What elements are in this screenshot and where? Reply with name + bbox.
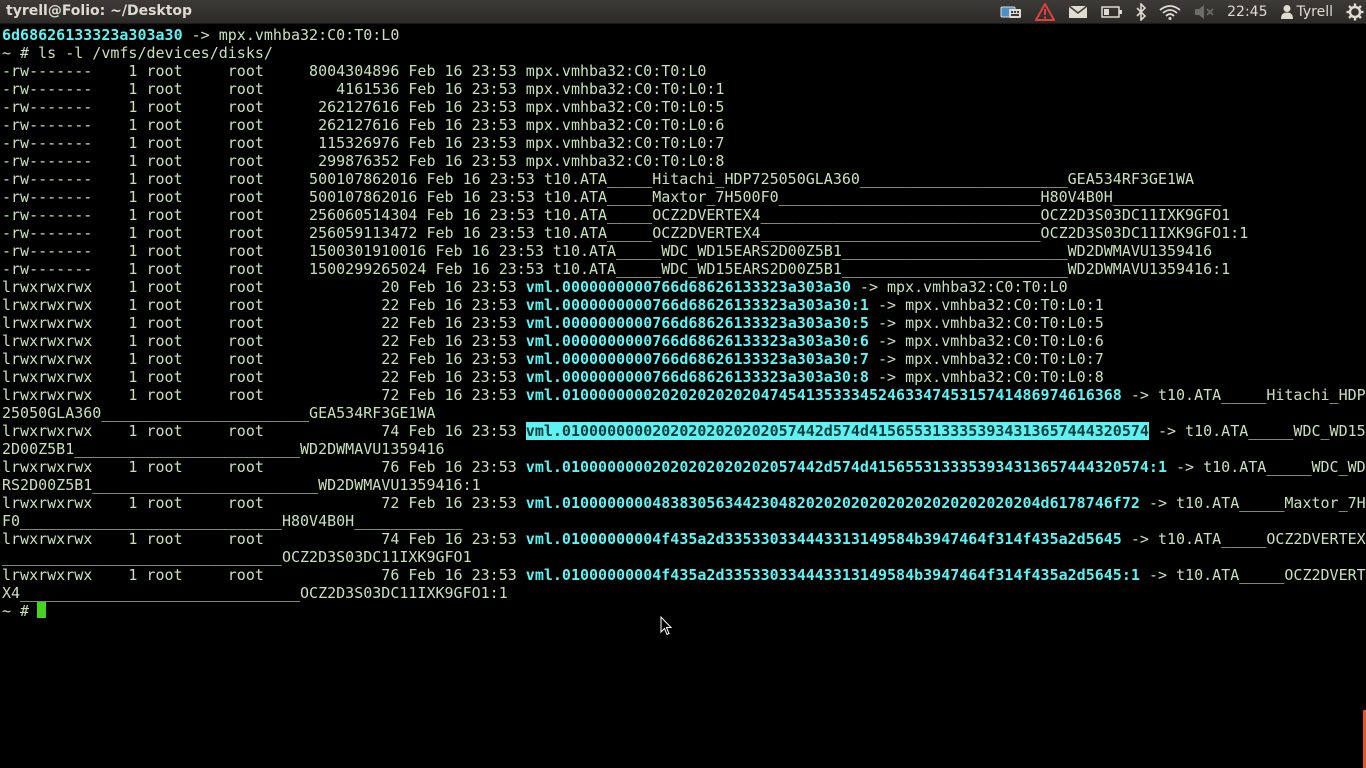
terminal-line: ~ # ls -l /vmfs/devices/disks/ [2,44,273,62]
keyboard-icon[interactable] [1000,0,1022,24]
terminal-line: lrwxrwxrwx 1 root root 22 Feb 16 23:53 v… [2,332,1104,350]
terminal-line: -rw------- 1 root root 1500301910016 Feb… [2,242,1213,260]
terminal-line: lrwxrwxrwx 1 root root 76 Feb 16 23:53 v… [2,458,1366,476]
mouse-pointer-icon [660,616,672,636]
link-name: vml.01000000004f435a2d335330334443313149… [525,566,1140,584]
terminal-line: -rw------- 1 root root 262127616 Feb 16 … [2,116,725,134]
terminal-line: -rw------- 1 root root 8004304896 Feb 16… [2,62,707,80]
terminal-line: lrwxrwxrwx 1 root root 22 Feb 16 23:53 v… [2,350,1104,368]
link-name: vml.0000000000766d68626133323a303a30:8 [525,368,869,386]
link-name: vml.010000000048383056344230482020202020… [525,494,1140,512]
terminal-line: -rw------- 1 root root 4161536 Feb 16 23… [2,80,725,98]
top-panel: tyrell@Folio: ~/Desktop 22:45 Tyrell [0,0,1366,24]
window-title: tyrell@Folio: ~/Desktop [6,3,193,19]
terminal-line: 25050GLA360_______________________GEA534… [2,404,436,422]
battery-icon[interactable] [1101,0,1123,24]
terminal-line: F0_____________________________H80V4B0H_… [2,512,463,530]
terminal-line: -rw------- 1 root root 299876352 Feb 16 … [2,152,725,170]
terminal-line: -rw------- 1 root root 500107862016 Feb … [2,170,1195,188]
terminal-line: -rw------- 1 root root 500107862016 Feb … [2,188,1222,206]
terminal-line: lrwxrwxrwx 1 root root 74 Feb 16 23:53 v… [2,422,1366,440]
terminal-line: RS2D00Z5B1_________________________WD2DW… [2,476,481,494]
text-cursor [37,602,46,618]
link-name: vml.0000000000766d68626133323a303a30:1 [525,296,869,314]
terminal-line: X4_______________________________OCZ2D3S… [2,584,508,602]
terminal-line: lrwxrwxrwx 1 root root 22 Feb 16 23:53 v… [2,368,1104,386]
link-name: vml.0000000000766d68626133323a303a30 [525,278,851,296]
terminal-line: 6d68626133323a303a30 -> mpx.vmhba32:C0:T… [2,26,400,44]
terminal-line: lrwxrwxrwx 1 root root 76 Feb 16 23:53 v… [2,566,1366,584]
gear-icon[interactable] [1346,0,1364,24]
clock[interactable]: 22:45 [1227,0,1267,24]
user-menu[interactable]: Tyrell [1280,0,1334,24]
terminal-line: 2D00Z5B1_________________________WD2DWMA… [2,440,445,458]
link-name: vml.010000000020202020202047454135333452… [525,386,1122,404]
clock-label: 22:45 [1227,4,1268,20]
link-name: vml.0000000000766d68626133323a303a30:7 [525,350,869,368]
prompt-line: ~ # [2,602,39,620]
terminal-line: lrwxrwxrwx 1 root root 20 Feb 16 23:53 v… [2,278,1068,296]
bluetooth-icon[interactable] [1136,0,1147,24]
link-name: 6d68626133323a303a30 [2,26,183,44]
terminal-area[interactable]: 6d68626133323a303a30 -> mpx.vmhba32:C0:T… [0,24,1366,768]
terminal-line: lrwxrwxrwx 1 root root 22 Feb 16 23:53 v… [2,314,1104,332]
link-name: vml.01000000004f435a2d335330334443313149… [525,530,1122,548]
terminal-line: -rw------- 1 root root 1500299265024 Feb… [2,260,1231,278]
alert-icon[interactable] [1035,0,1056,24]
volume-muted-icon[interactable] [1194,0,1214,24]
link-name: vml.0000000000766d68626133323a303a30:5 [525,314,869,332]
terminal-line: lrwxrwxrwx 1 root root 72 Feb 16 23:53 v… [2,386,1366,404]
user-name: Tyrell [1296,4,1334,20]
terminal-line: _______________________________OCZ2D3S03… [2,548,472,566]
terminal-line: -rw------- 1 root root 256060514304 Feb … [2,206,1231,224]
indicator-area: 22:45 Tyrell [987,0,1366,24]
selected-link-name[interactable]: vml.01000000002020202020202057442d574d41… [525,422,1149,440]
terminal-line: lrwxrwxrwx 1 root root 22 Feb 16 23:53 v… [2,296,1104,314]
terminal-line: -rw------- 1 root root 262127616 Feb 16 … [2,98,725,116]
terminal-line: -rw------- 1 root root 115326976 Feb 16 … [2,134,725,152]
link-name: vml.0000000000766d68626133323a303a30:6 [525,332,869,350]
terminal-line: lrwxrwxrwx 1 root root 74 Feb 16 23:53 v… [2,530,1366,548]
link-name: vml.01000000002020202020202057442d574d41… [525,458,1167,476]
mail-icon[interactable] [1068,0,1088,24]
user-icon [1280,5,1293,19]
terminal-line: -rw------- 1 root root 256059113472 Feb … [2,224,1249,242]
wifi-icon[interactable] [1159,0,1181,24]
terminal-line: lrwxrwxrwx 1 root root 72 Feb 16 23:53 v… [2,494,1366,512]
